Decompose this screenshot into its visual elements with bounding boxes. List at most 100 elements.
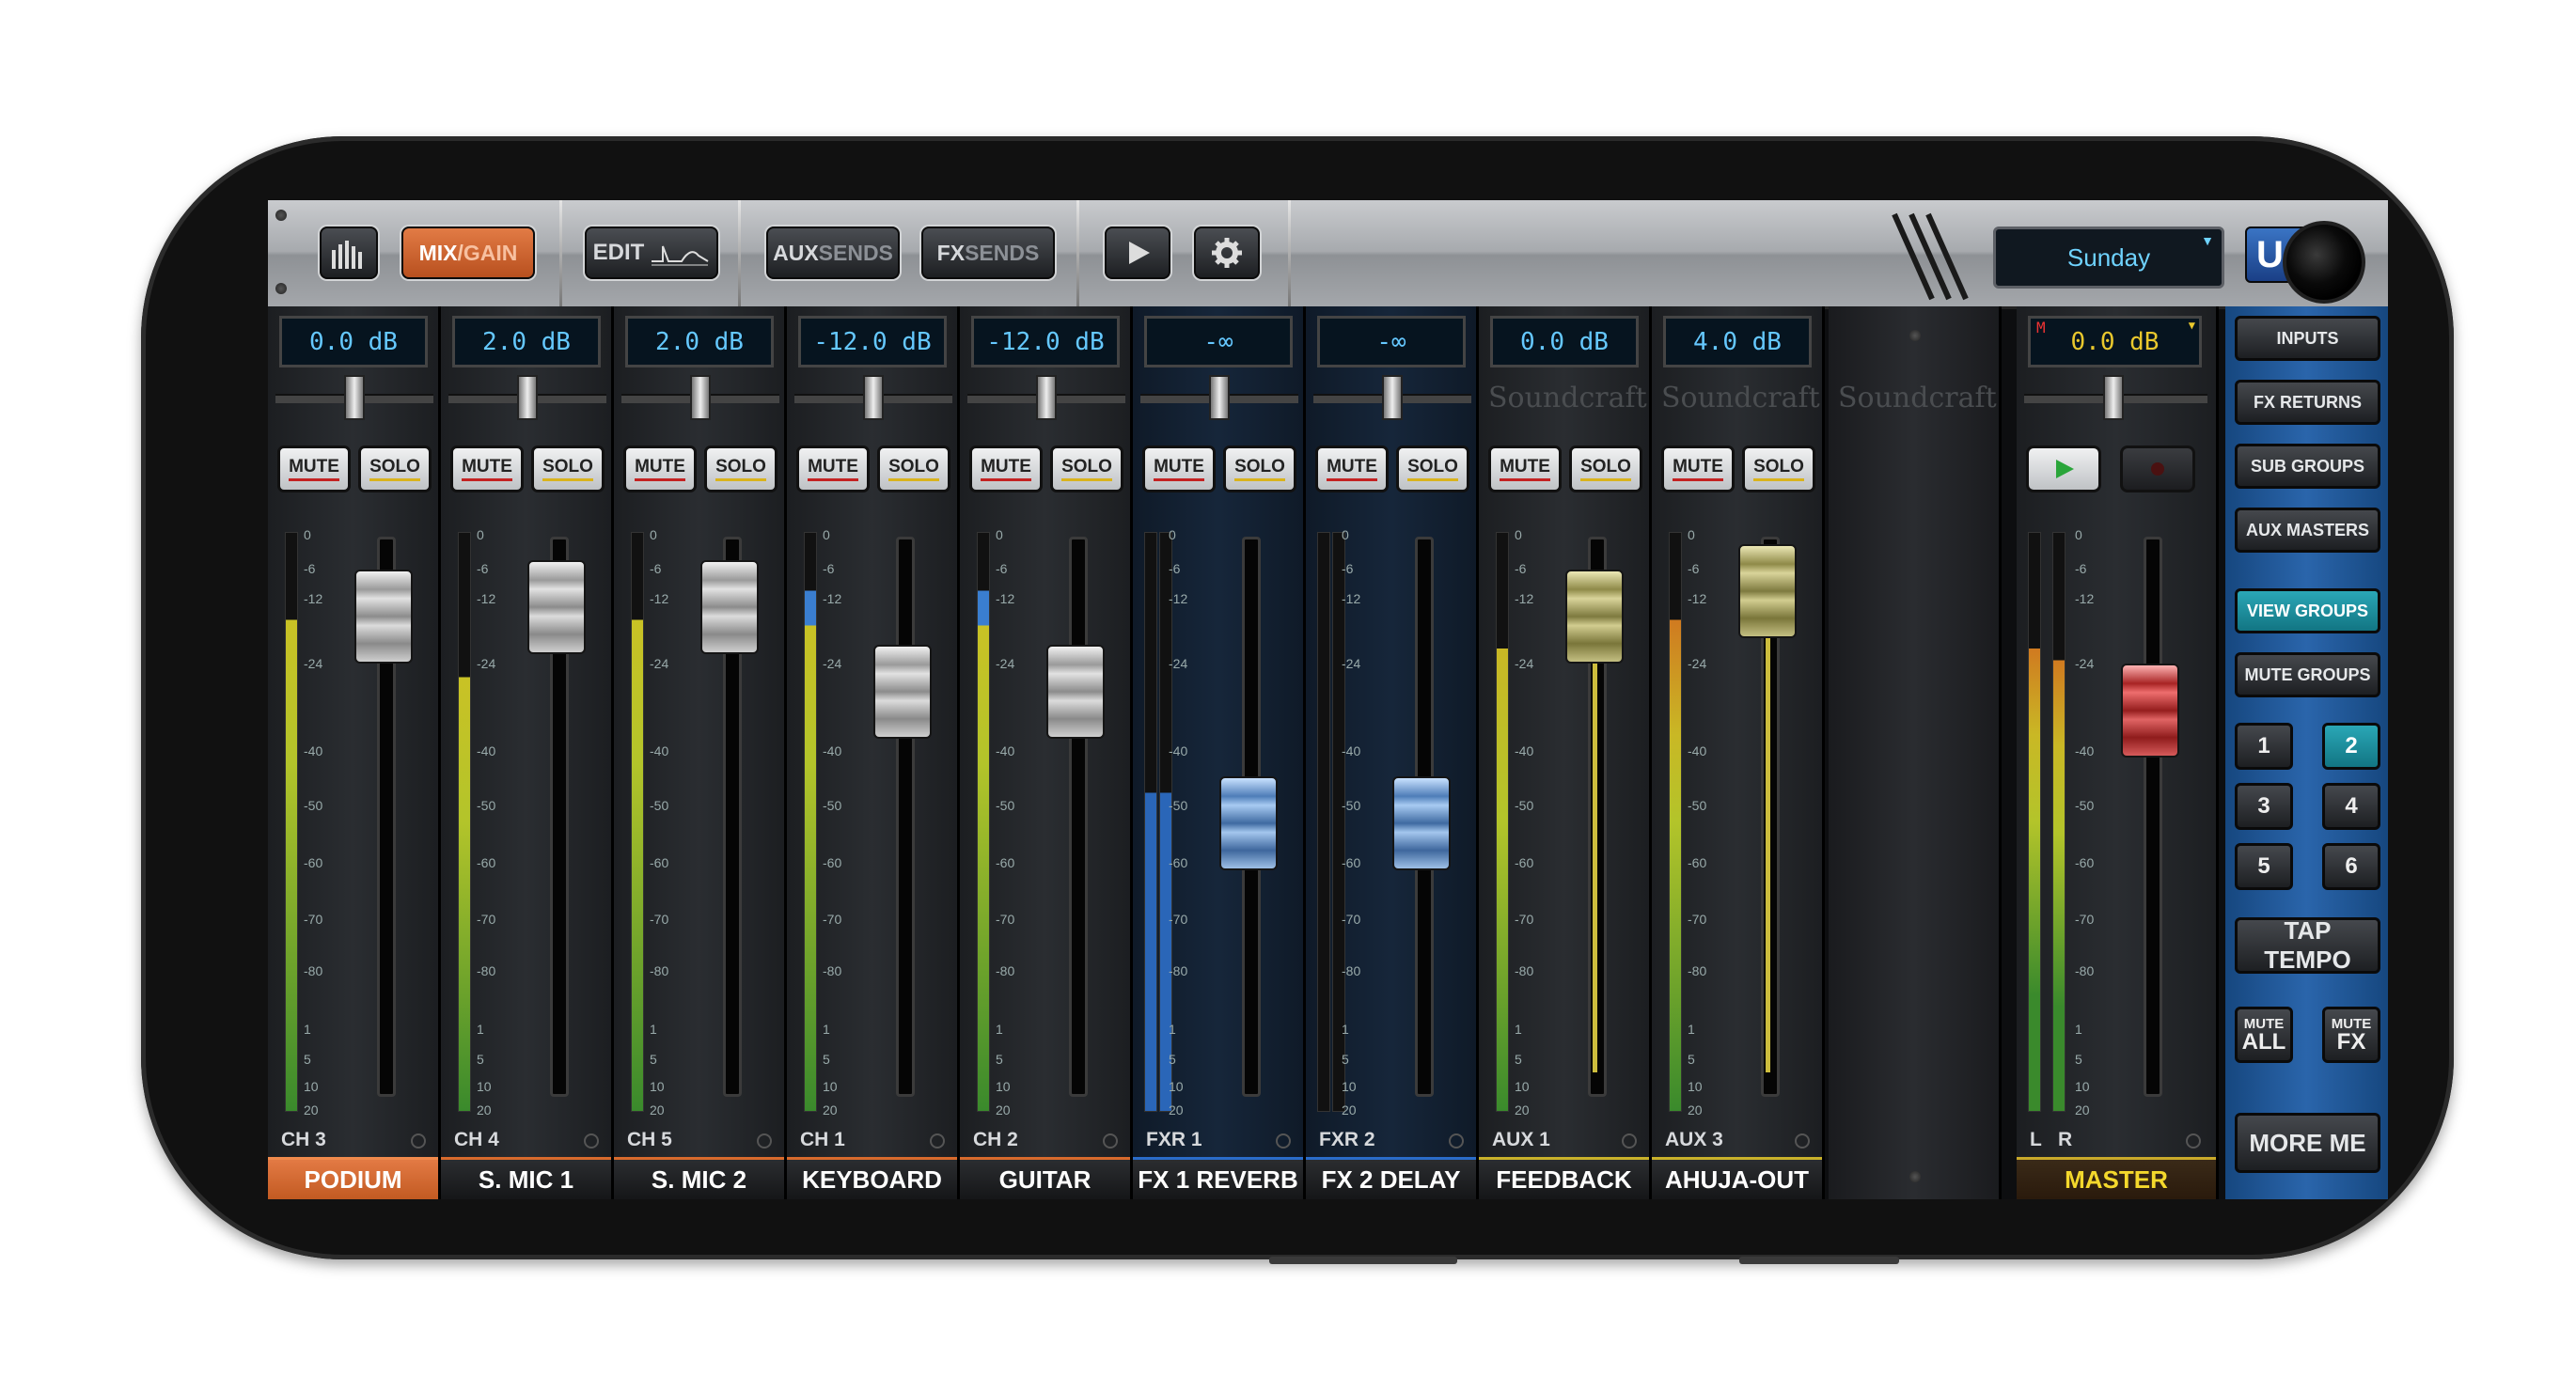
master-balance-knob[interactable] (2103, 375, 2124, 420)
scale-mark: 20 (1169, 1102, 1184, 1117)
channel-name-tab[interactable]: S. MIC 1 (441, 1157, 611, 1199)
pan-knob[interactable] (863, 375, 884, 420)
mute-groups-button[interactable]: MUTE GROUPS (2235, 652, 2380, 697)
mute-button[interactable]: MUTE (277, 445, 351, 492)
tap-tempo-button[interactable]: TAP TEMPO (2235, 916, 2380, 974)
fader-cap[interactable] (873, 645, 932, 739)
db-scale: 0 -6 -12 -24 -40 -50 -60 -70 -80 1 5 10 20 (304, 527, 341, 1117)
mute-button[interactable]: MUTE (1142, 445, 1216, 492)
link-dot (1276, 1133, 1291, 1149)
channel-name-tab[interactable]: S. MIC 2 (614, 1157, 784, 1199)
pan-knob[interactable] (344, 375, 365, 420)
sub-groups-button[interactable]: SUB GROUPS (2235, 444, 2380, 489)
pan-knob[interactable] (1382, 375, 1403, 420)
channel-name-tab[interactable]: AHUJA-OUT (1652, 1157, 1822, 1199)
link-dot (1622, 1133, 1637, 1149)
scale-mark: -70 (304, 911, 323, 927)
mute-button[interactable]: MUTE (1315, 445, 1389, 492)
snapshot-selector[interactable]: Sunday ▼ (1993, 227, 2224, 289)
mute-button[interactable]: MUTE (1488, 445, 1562, 492)
mute-label: MUTE (808, 457, 858, 481)
group-2-button[interactable]: 2 (2322, 723, 2380, 770)
mute-label: MUTE (635, 457, 685, 481)
fader-cap[interactable] (354, 570, 413, 664)
master-play-button[interactable] (2026, 445, 2101, 492)
aux-masters-button[interactable]: AUX MASTERS (2235, 508, 2380, 553)
db-value: -∞ (1376, 327, 1406, 356)
scale-mark: 0 (1688, 527, 1695, 542)
solo-button[interactable]: SOLO (1569, 445, 1642, 492)
group-1-button[interactable]: 1 (2235, 723, 2293, 770)
mute-all-button[interactable]: MUTE ALL (2235, 1007, 2293, 1063)
dropdown-arrow-icon: ▼ (2188, 319, 2195, 332)
master-name-tab[interactable]: MASTER (2017, 1157, 2216, 1199)
solo-button[interactable]: SOLO (704, 445, 778, 492)
scale-mark: 5 (1342, 1052, 1349, 1067)
fader-cap[interactable] (700, 560, 759, 654)
scale-mark: 1 (304, 1021, 311, 1037)
mute-fx-button[interactable]: MUTE FX (2322, 1007, 2380, 1063)
inputs-button[interactable]: INPUTS (2235, 316, 2380, 361)
fader-cap[interactable] (1392, 776, 1451, 870)
settings-button[interactable] (1194, 227, 1260, 279)
aux-sends-button[interactable]: AUX SENDS (766, 227, 900, 279)
channel-name-tab[interactable]: FX 2 DELAY (1306, 1157, 1476, 1199)
solo-button[interactable]: SOLO (358, 445, 432, 492)
pan-knob[interactable] (690, 375, 711, 420)
pan-knob[interactable] (1209, 375, 1230, 420)
pan-knob[interactable] (517, 375, 538, 420)
solo-button[interactable]: SOLO (531, 445, 605, 492)
scale-mark: 1 (1515, 1021, 1522, 1037)
scale-mark: 20 (1515, 1102, 1530, 1117)
pan-knob[interactable] (1036, 375, 1057, 420)
fader-track[interactable] (896, 537, 915, 1097)
channel-name-tab[interactable]: KEYBOARD (787, 1157, 957, 1199)
level-meter (1496, 532, 1509, 1112)
group-3-button[interactable]: 3 (2235, 783, 2293, 830)
mute-button[interactable]: MUTE (969, 445, 1043, 492)
fx-sends-button[interactable]: FX SENDS (921, 227, 1055, 279)
scale-mark: 5 (996, 1052, 1003, 1067)
channel-id: CH 2 (973, 1129, 1018, 1150)
scale-mark: -60 (823, 855, 842, 871)
group-6-button[interactable]: 6 (2322, 843, 2380, 890)
aux-sends-label: SENDS (818, 240, 893, 265)
mute-button[interactable]: MUTE (623, 445, 697, 492)
link-dot (1103, 1133, 1118, 1149)
solo-button[interactable]: SOLO (1223, 445, 1296, 492)
channel-name-tab[interactable]: FEEDBACK (1479, 1157, 1649, 1199)
channel-name-tab[interactable]: GUITAR (960, 1157, 1130, 1199)
solo-button[interactable]: SOLO (1050, 445, 1123, 492)
group-5-button[interactable]: 5 (2235, 843, 2293, 890)
fader-cap[interactable] (527, 560, 586, 654)
fader-track[interactable] (1069, 537, 1088, 1097)
mute-button[interactable]: MUTE (450, 445, 524, 492)
fader-cap[interactable] (1565, 570, 1624, 664)
fx-returns-button[interactable]: FX RETURNS (2235, 380, 2380, 425)
channel-name-tab[interactable]: PODIUM (268, 1157, 438, 1199)
group-4-button[interactable]: 4 (2322, 783, 2380, 830)
master-record-button[interactable] (2120, 445, 2195, 492)
level-display: 0.0 dB (279, 316, 428, 367)
player-button[interactable] (1105, 227, 1170, 279)
scale-mark: -60 (477, 855, 496, 871)
scale-mark: -60 (1515, 855, 1534, 871)
mute-button[interactable]: MUTE (1661, 445, 1735, 492)
solo-button[interactable]: SOLO (1396, 445, 1469, 492)
fader-cap[interactable] (1219, 776, 1278, 870)
mix-gain-tab[interactable]: MIX / GAIN (401, 227, 535, 279)
mute-button[interactable]: MUTE (796, 445, 870, 492)
master-fader-cap[interactable] (2121, 664, 2179, 758)
solo-button[interactable]: SOLO (877, 445, 950, 492)
fader-cap[interactable] (1738, 544, 1797, 638)
scale-mark: 0 (1515, 527, 1522, 542)
edit-button[interactable]: EDIT (585, 227, 718, 279)
fader-area: 0 -6 -12 -24 -40 -50 -60 -70 -80 1 5 10 20 (441, 508, 614, 1129)
fader-cap[interactable] (1046, 645, 1105, 739)
meters-view-button[interactable] (320, 227, 378, 279)
view-groups-button[interactable]: VIEW GROUPS (2235, 588, 2380, 633)
solo-button[interactable]: SOLO (1742, 445, 1815, 492)
channel-name-tab[interactable]: FX 1 REVERB (1133, 1157, 1303, 1199)
more-me-button[interactable]: MORE ME (2235, 1113, 2380, 1173)
master-fader-track[interactable] (2144, 537, 2162, 1097)
